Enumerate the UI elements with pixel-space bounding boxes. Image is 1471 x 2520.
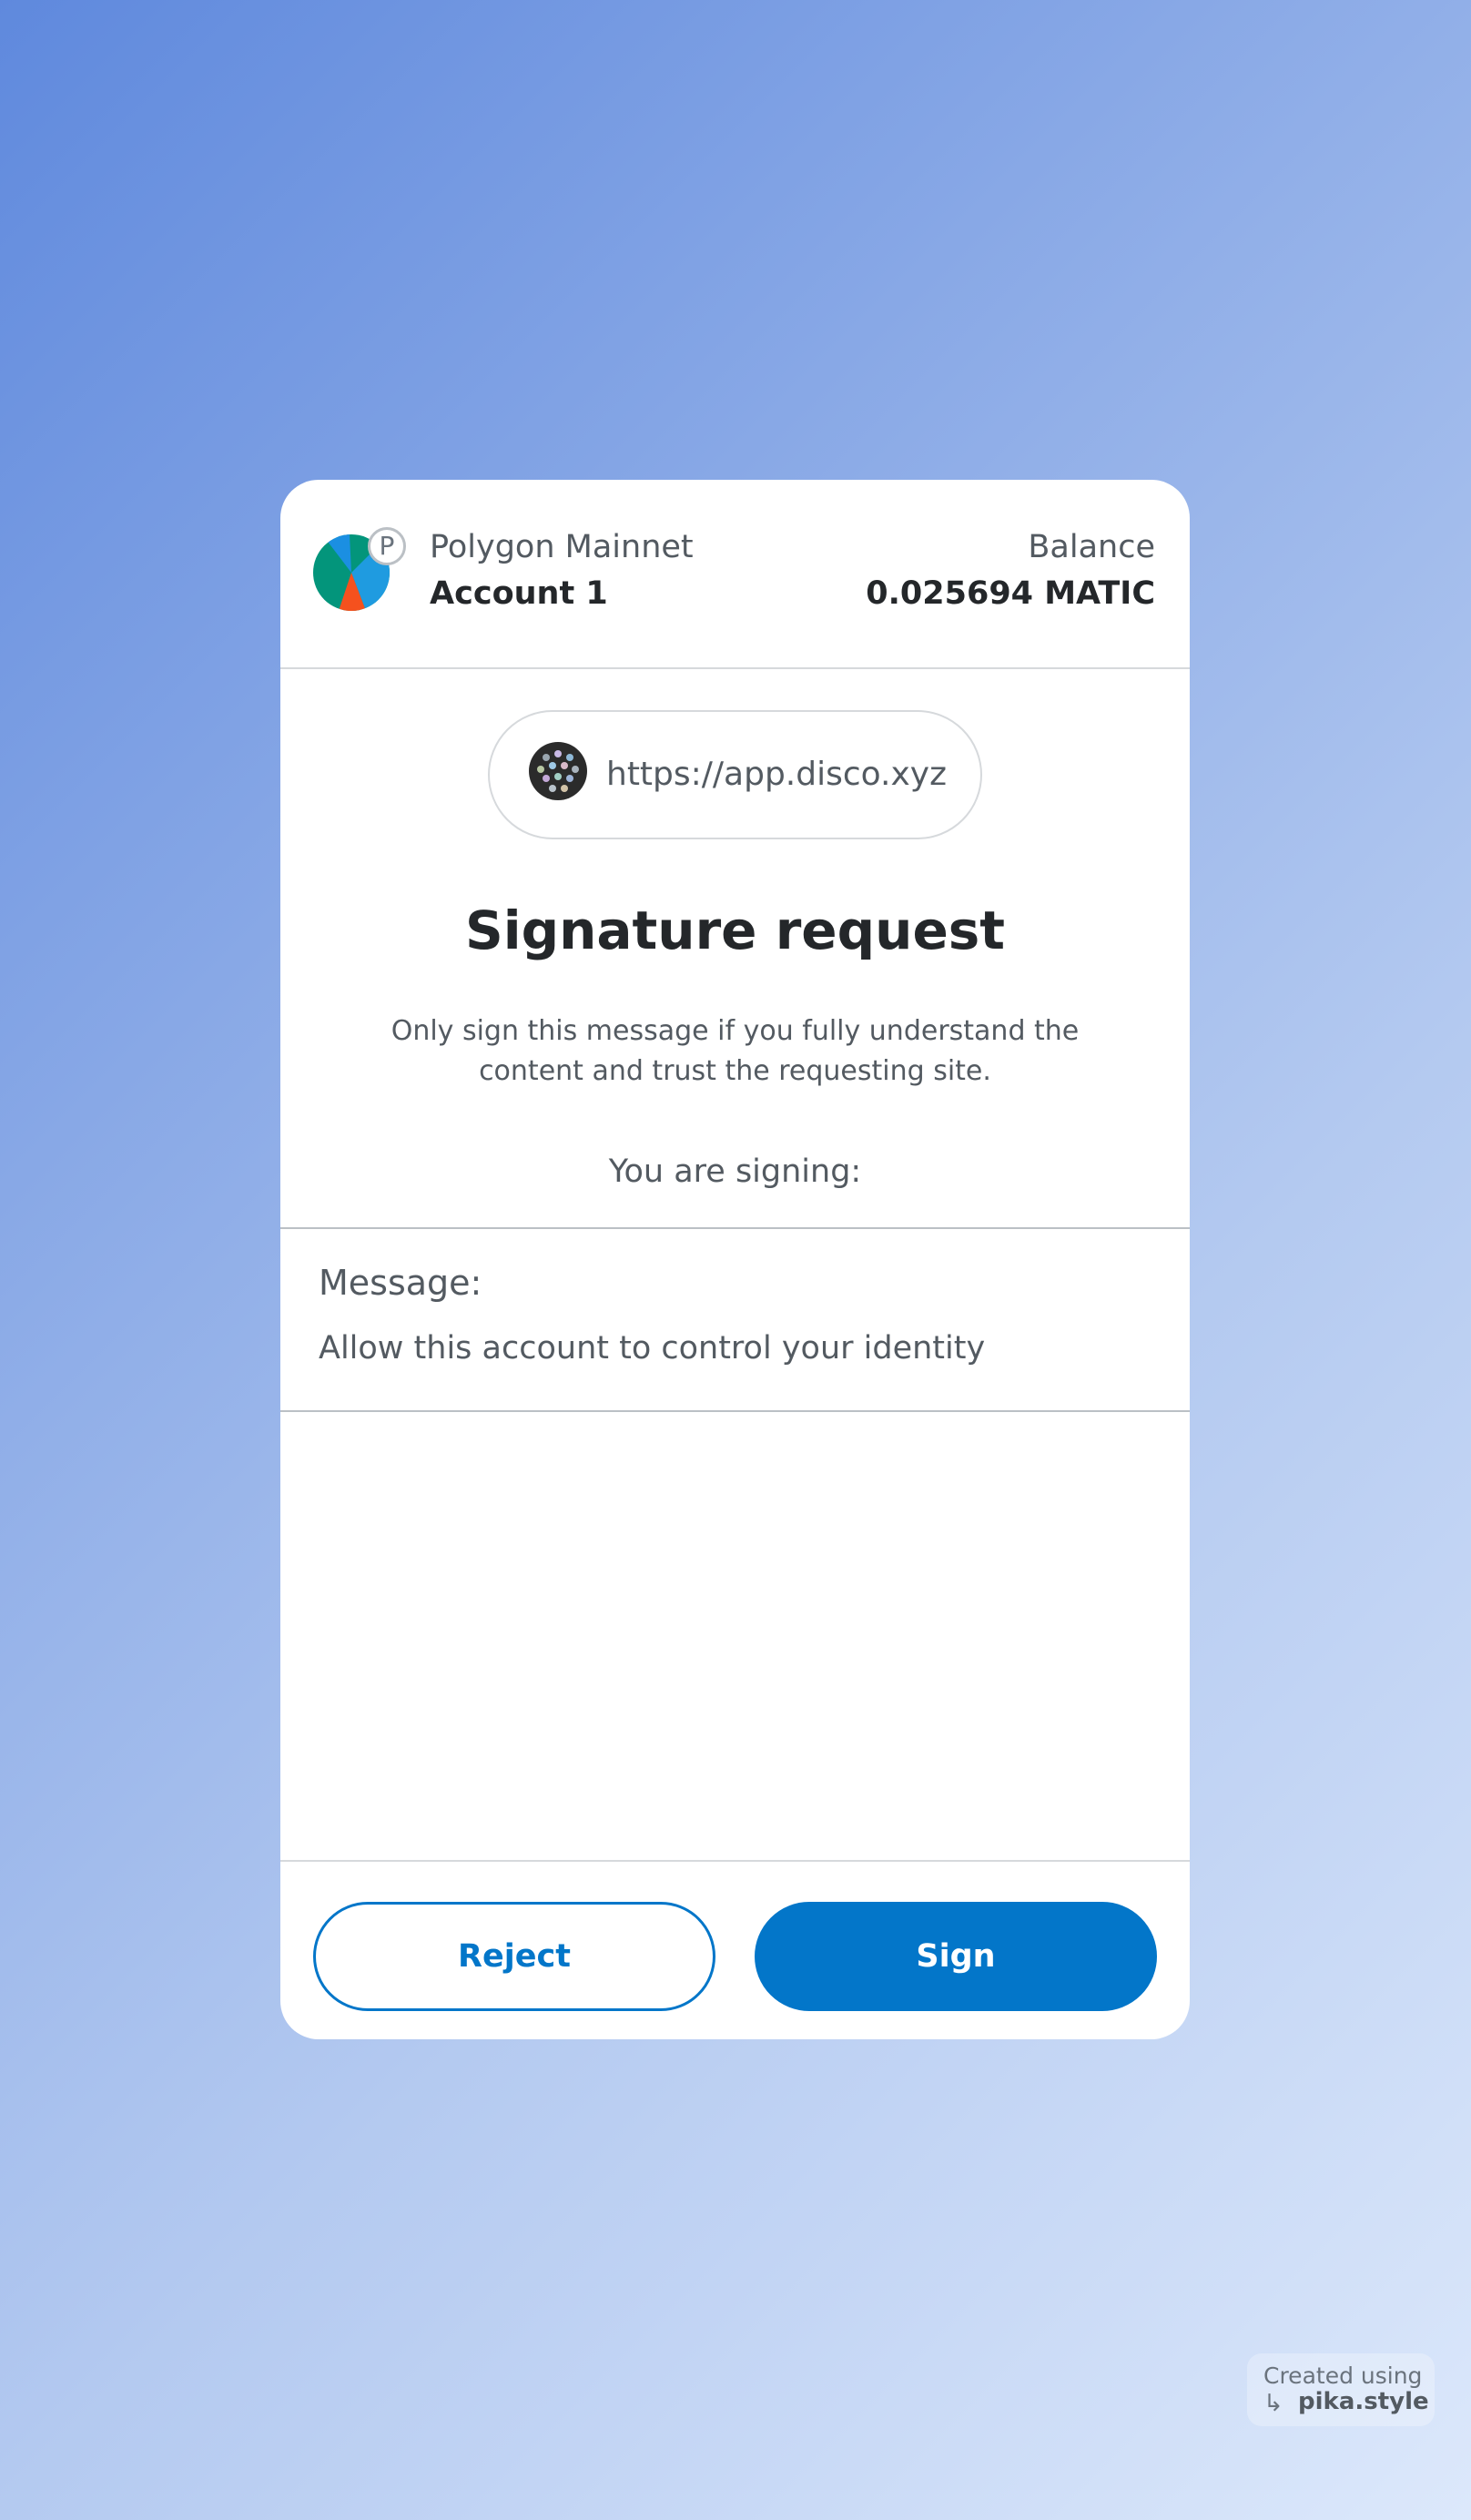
page-title: Signature request <box>464 899 1006 961</box>
return-arrow-icon: ↳ <box>1263 2390 1283 2417</box>
watermark-brand: pika.style <box>1298 2388 1429 2415</box>
watermark-caption: Created using <box>1263 2362 1423 2389</box>
message-value: Allow this account to control your ident… <box>319 1330 986 1367</box>
account-header: P Polygon Mainnet Account 1 Balance 0.02… <box>280 480 1190 669</box>
reject-button[interactable]: Reject <box>313 1902 715 2011</box>
site-origin-pill: https://app.disco.xyz <box>488 710 982 839</box>
action-footer: Reject Sign <box>280 1860 1190 2039</box>
site-origin-url: https://app.disco.xyz <box>606 756 947 793</box>
page-background: { "header": { "network_name": "Polygon M… <box>0 0 1471 2520</box>
signing-label: You are signing: <box>608 1153 862 1190</box>
message-section: Message: Allow this account to control y… <box>280 1227 1190 1412</box>
balance-value: 0.025694 MATIC <box>866 575 1155 612</box>
sign-button[interactable]: Sign <box>755 1902 1157 2011</box>
network-name: Polygon Mainnet <box>430 529 694 565</box>
pika-watermark[interactable]: Created using ↳ pika.style <box>1247 2353 1435 2426</box>
message-label: Message: <box>319 1263 482 1303</box>
balance-label: Balance <box>1028 529 1155 565</box>
signature-request-card: P Polygon Mainnet Account 1 Balance 0.02… <box>280 480 1190 2039</box>
signing-warning: Only sign this message if you fully unde… <box>391 1015 1080 1087</box>
account-name: Account 1 <box>430 575 608 612</box>
network-badge-icon: P <box>368 527 406 565</box>
disco-site-icon <box>528 741 588 801</box>
